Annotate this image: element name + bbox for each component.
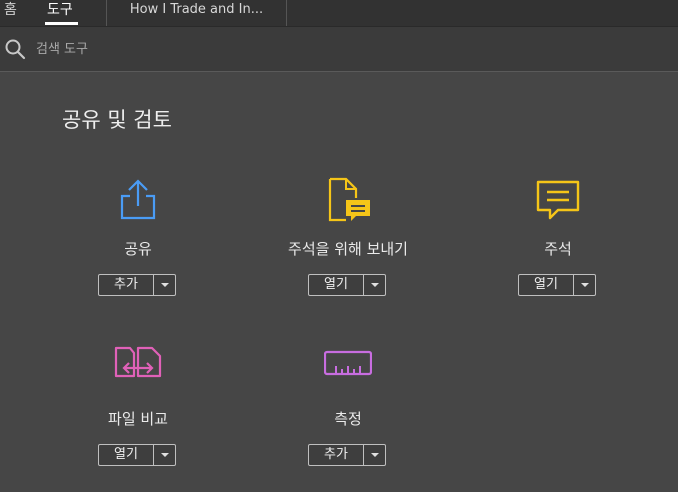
active-tab-indicator: [45, 22, 78, 25]
chevron-down-icon: [371, 453, 379, 457]
compare-files-icon[interactable]: [114, 346, 162, 394]
send-for-comments-open-button[interactable]: 열기: [309, 275, 364, 295]
comment-button-group: 열기: [518, 274, 596, 296]
measure-icon[interactable]: [324, 346, 372, 394]
chevron-down-icon: [581, 283, 589, 287]
tool-send-for-comments-label: 주석을 위해 보내기: [288, 240, 408, 258]
share-button-group: 추가: [98, 274, 176, 296]
tab-bar: 홈 도구 How I Trade and In...: [0, 0, 678, 27]
search-input[interactable]: [34, 37, 638, 61]
comment-dropdown-button[interactable]: [574, 275, 595, 295]
search-bar: [0, 27, 678, 72]
share-add-button[interactable]: 추가: [99, 275, 154, 295]
send-for-comments-dropdown-button[interactable]: [364, 275, 385, 295]
section-title: 공유 및 검토: [62, 108, 172, 132]
share-dropdown-button[interactable]: [154, 275, 175, 295]
measure-dropdown-button[interactable]: [364, 445, 385, 465]
tool-share-label: 공유: [124, 240, 152, 258]
chevron-down-icon: [161, 453, 169, 457]
compare-files-button-group: 열기: [98, 444, 176, 466]
tool-compare-files-label: 파일 비교: [108, 410, 168, 428]
comment-icon[interactable]: [534, 176, 582, 224]
compare-files-open-button[interactable]: 열기: [99, 445, 154, 465]
send-for-comments-icon[interactable]: [324, 176, 372, 224]
tab-document[interactable]: How I Trade and In...: [106, 0, 287, 26]
search-icon[interactable]: [4, 38, 26, 60]
tool-comment-label: 주석: [544, 240, 572, 258]
tab-home[interactable]: 홈: [4, 0, 17, 20]
comment-open-button[interactable]: 열기: [519, 275, 574, 295]
tab-tools[interactable]: 도구: [47, 0, 73, 20]
chevron-down-icon: [161, 283, 169, 287]
send-for-comments-button-group: 열기: [308, 274, 386, 296]
measure-add-button[interactable]: 추가: [309, 445, 364, 465]
measure-button-group: 추가: [308, 444, 386, 466]
chevron-down-icon: [371, 283, 379, 287]
compare-files-dropdown-button[interactable]: [154, 445, 175, 465]
share-icon[interactable]: [114, 176, 162, 224]
tool-measure-label: 측정: [334, 410, 362, 428]
